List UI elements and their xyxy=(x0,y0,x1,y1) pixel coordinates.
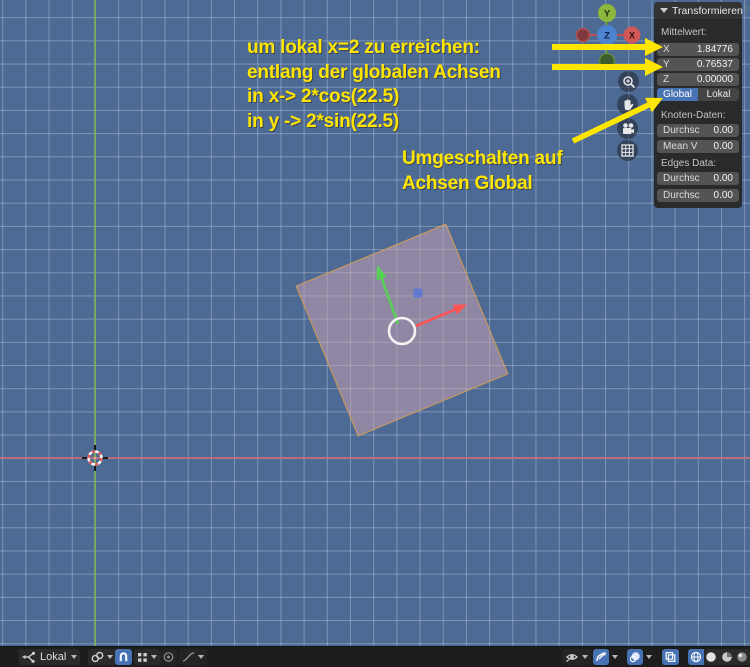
show-overlays-chevron-icon xyxy=(646,655,652,659)
transform-sidebar-panel: Transformieren ⠿ Mittelwert: X 1.84776 Y… xyxy=(654,2,749,208)
material-sphere-icon xyxy=(721,652,732,662)
proportional-falloff-dropdown[interactable] xyxy=(179,649,207,665)
grid-icon xyxy=(621,144,634,157)
nav-axis-negx-ball[interactable] xyxy=(575,27,591,43)
eye-icon xyxy=(566,654,578,662)
edge-bevel-field[interactable]: Durchsc 0.00 xyxy=(657,189,739,202)
movie-camera-icon xyxy=(622,122,634,134)
magnet-icon xyxy=(119,652,128,662)
xray-icon xyxy=(665,652,676,662)
blender-window: Y Z X Transformieren ⠿ Mittelwert: X 1.8… xyxy=(0,0,750,667)
snap-target-chevron-icon xyxy=(151,655,157,659)
gizmo-visibility-dropdown[interactable] xyxy=(562,649,591,665)
nav-axis-negy-ball[interactable] xyxy=(598,52,616,70)
annotation-switch-text: Umgeschalten auf Achsen Global xyxy=(402,148,563,194)
nav-axis-y-ball[interactable]: Y xyxy=(598,4,616,22)
show-overlays-dropdown[interactable] xyxy=(627,649,652,665)
pivot-chain-icon xyxy=(91,651,104,663)
show-gizmos-chevron-icon xyxy=(612,655,618,659)
proportional-editing-button[interactable] xyxy=(160,649,177,665)
view-move-button[interactable] xyxy=(617,94,638,115)
svg-text:Z: Z xyxy=(604,31,610,42)
panel-header[interactable]: Transformieren ⠿ xyxy=(654,2,749,20)
median-label: Mittelwert: xyxy=(661,27,707,38)
annotation-calc-text: um lokal x=2 zu erreichen: entlang der g… xyxy=(247,37,501,132)
view-ortho-button[interactable] xyxy=(617,140,638,161)
hand-icon xyxy=(624,99,634,110)
median-z-field[interactable]: Z 0.00000 xyxy=(657,73,739,86)
edge-crease-field[interactable]: Durchsc 0.00 xyxy=(657,172,739,185)
falloff-chevron-icon xyxy=(198,655,204,659)
xray-toggle-button[interactable] xyxy=(662,649,679,665)
shading-mode-group xyxy=(688,649,750,665)
shading-solid-button[interactable] xyxy=(703,649,719,665)
show-gizmos-icon[interactable] xyxy=(593,649,609,665)
vertex-data-label: Knoten-Daten: xyxy=(661,110,726,121)
show-overlays-icon[interactable] xyxy=(627,649,643,665)
viewport-footer-bar: Lokal xyxy=(0,646,750,667)
shading-rendered-button[interactable] xyxy=(734,649,750,665)
snap-toggle-button[interactable] xyxy=(115,649,132,665)
panel-grip-icon[interactable]: ⠿ xyxy=(743,6,749,15)
shading-material-button[interactable] xyxy=(719,649,735,665)
orientation-axes-icon xyxy=(22,651,35,663)
vertex-weight-field[interactable]: Durchsc 0.00 xyxy=(657,124,739,137)
falloff-curve-icon xyxy=(182,652,195,662)
orientation-chevron-icon xyxy=(71,655,78,659)
magnifier-plus-icon xyxy=(622,75,635,88)
rendered-sphere-icon xyxy=(737,652,748,662)
snap-target-dropdown[interactable] xyxy=(134,649,160,665)
view-camera-button[interactable] xyxy=(617,118,638,139)
wire-globe-icon xyxy=(690,651,701,663)
collapse-chevron-icon xyxy=(660,8,668,13)
pivot-point-dropdown[interactable] xyxy=(88,649,116,665)
orientation-value: Lokal xyxy=(40,651,67,663)
dot-grid-icon xyxy=(138,652,147,662)
orientation-toggle: Global Lokal xyxy=(657,88,739,101)
gizmo-visibility-chevron-icon xyxy=(582,655,588,659)
median-y-field[interactable]: Y 0.76537 xyxy=(657,58,739,71)
view-zoom-button[interactable] xyxy=(618,71,639,92)
nav-axis-x-ball[interactable]: X xyxy=(623,26,641,44)
median-x-field[interactable]: X 1.84776 xyxy=(657,43,739,56)
panel-title: Transformieren xyxy=(672,4,743,17)
solid-sphere-icon xyxy=(706,652,717,662)
pivot-chevron-icon xyxy=(107,655,113,659)
vertex-mean-field[interactable]: Mean V 0.00 xyxy=(657,140,739,153)
svg-text:Y: Y xyxy=(604,9,611,20)
3d-viewport[interactable]: Y Z X Transformieren ⠿ Mittelwert: X 1.8… xyxy=(0,0,750,646)
edges-data-label: Edges Data: xyxy=(661,158,717,169)
svg-text:X: X xyxy=(629,31,635,41)
orientation-global-button[interactable]: Global xyxy=(657,88,698,101)
shading-wireframe-button[interactable] xyxy=(688,649,704,665)
nav-axis-z-ball[interactable]: Z xyxy=(597,25,617,45)
proportional-circles-icon xyxy=(163,652,174,662)
show-gizmos-dropdown[interactable] xyxy=(593,649,618,665)
transform-orientation-dropdown[interactable]: Lokal xyxy=(19,649,81,665)
orientation-lokal-button[interactable]: Lokal xyxy=(698,88,739,101)
